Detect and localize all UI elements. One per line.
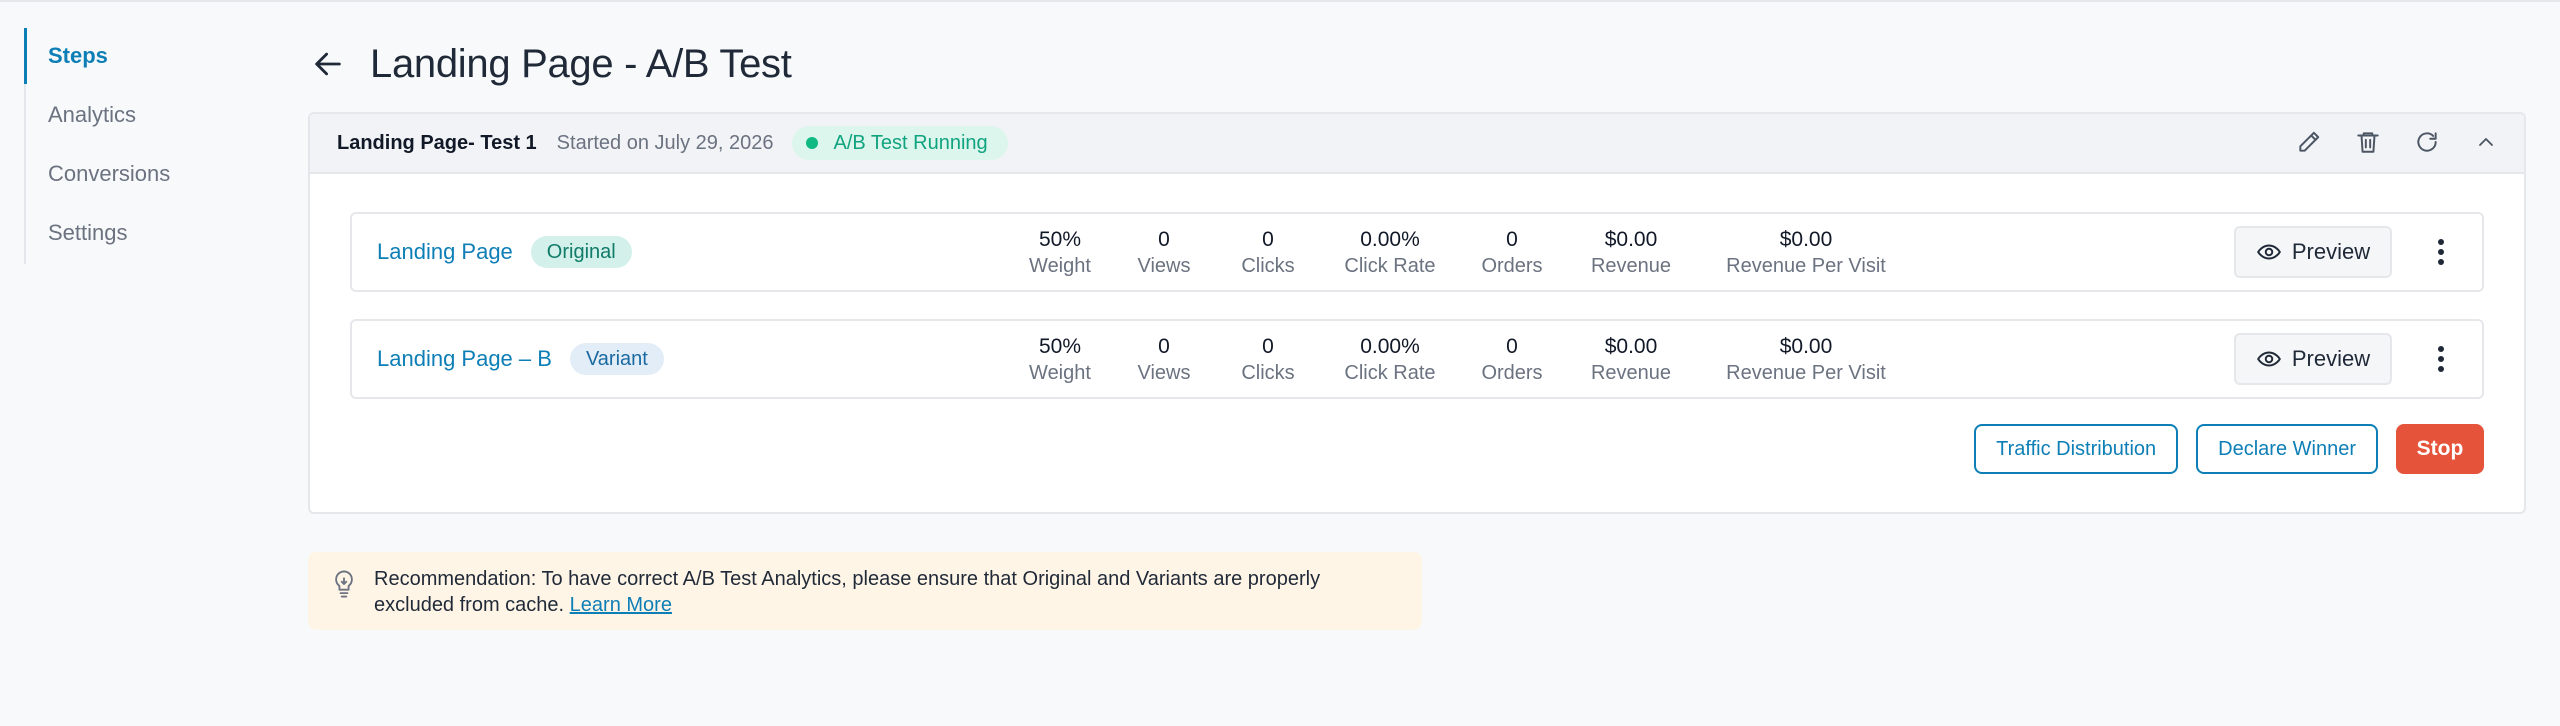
variant-name[interactable]: Landing Page	[377, 239, 513, 265]
sidebar-item-conversions[interactable]: Conversions	[26, 146, 244, 205]
stat-revenue: $0.00 Revenue	[1576, 334, 1686, 386]
stat-label: Revenue Per Visit	[1726, 255, 1886, 277]
stat-label: Revenue Per Visit	[1726, 362, 1886, 384]
page-header: Landing Page - A/B Test	[308, 36, 792, 92]
stat-value: 50%	[1038, 335, 1082, 358]
eye-icon	[2257, 244, 2281, 260]
status-label: A/B Test Running	[833, 131, 988, 154]
kebab-menu-icon	[2438, 239, 2444, 265]
edit-icon	[2299, 131, 2320, 152]
delete-button[interactable]	[2348, 122, 2388, 162]
stat-label: Views	[1137, 255, 1191, 277]
declare-winner-button[interactable]: Declare Winner	[2196, 424, 2378, 474]
status-dot-icon	[805, 137, 818, 149]
sidebar-item-settings[interactable]: Settings	[26, 205, 244, 264]
stat-views: 0 Views	[1118, 227, 1210, 279]
refresh-icon	[2417, 132, 2437, 152]
chevron-up-icon	[2479, 138, 2493, 146]
preview-label: Preview	[2291, 239, 2371, 264]
variant-row: Landing Page Original 50% Weight 0 Views…	[350, 212, 2484, 292]
stat-value: 0	[1262, 335, 1274, 358]
stat-value: 0	[1506, 228, 1518, 251]
variant-name[interactable]: Landing Page – B	[377, 346, 552, 372]
variant-name-link[interactable]: Landing Page – B Variant	[377, 321, 664, 397]
stat-value: $0.00	[1779, 228, 1833, 251]
stat-click-rate: 0.00% Click Rate	[1330, 227, 1450, 279]
stat-label: Orders	[1481, 362, 1543, 384]
variant-name-link[interactable]: Landing Page Original	[377, 214, 632, 290]
arrow-left-icon	[315, 52, 341, 76]
status-badge: A/B Test Running	[791, 126, 1008, 160]
stat-orders: 0 Orders	[1466, 227, 1558, 279]
more-options-button[interactable]	[2426, 339, 2456, 379]
trash-icon	[2357, 132, 2379, 153]
stat-value: 0.00%	[1360, 228, 1420, 251]
variant-badge-variant: Variant	[569, 343, 664, 375]
preview-button[interactable]: Preview	[2234, 333, 2392, 385]
preview-button[interactable]: Preview	[2234, 226, 2392, 278]
stat-views: 0 Views	[1118, 334, 1210, 386]
stat-label: Weight	[1029, 255, 1091, 277]
stat-label: Weight	[1029, 362, 1091, 384]
recommendation-notice: Recommendation: To have correct A/B Test…	[308, 552, 1422, 630]
variant-badge-original: Original	[530, 236, 632, 268]
sidebar-item-steps[interactable]: Steps	[24, 28, 244, 87]
learn-more-link[interactable]: Learn More	[570, 594, 672, 616]
stat-revenue-per-visit: $0.00 Revenue Per Visit	[1706, 334, 1906, 386]
back-button[interactable]	[308, 44, 348, 84]
stat-label: Click Rate	[1344, 255, 1436, 277]
stat-value: $0.00	[1604, 228, 1658, 251]
variant-row: Landing Page – B Variant 50% Weight 0 Vi…	[350, 319, 2484, 399]
stat-value: 0.00%	[1360, 335, 1420, 358]
recommendation-text: Recommendation: To have correct A/B Test…	[374, 566, 1404, 618]
stat-label: Click Rate	[1344, 362, 1436, 384]
stat-click-rate: 0.00% Click Rate	[1330, 334, 1450, 386]
stop-button[interactable]: Stop	[2396, 424, 2484, 474]
stat-label: Orders	[1481, 255, 1543, 277]
stat-label: Views	[1137, 362, 1191, 384]
stat-revenue: $0.00 Revenue	[1576, 227, 1686, 279]
stat-clicks: 0 Clicks	[1222, 227, 1314, 279]
preview-label: Preview	[2291, 346, 2371, 371]
ab-test-card-header: Landing Page- Test 1 Started on July 29,…	[310, 114, 2524, 174]
stat-label: Clicks	[1241, 255, 1295, 277]
stat-label: Revenue	[1590, 362, 1672, 384]
top-divider	[0, 0, 2560, 2]
test-name: Landing Page- Test 1	[337, 131, 537, 154]
edit-button[interactable]	[2289, 122, 2329, 162]
stat-label: Revenue	[1590, 255, 1672, 277]
sidebar-nav: Steps Analytics Conversions Settings	[24, 28, 244, 264]
sidebar-item-analytics[interactable]: Analytics	[26, 87, 244, 146]
stat-weight: 50% Weight	[1014, 227, 1106, 279]
lightbulb-icon	[335, 570, 353, 598]
test-started-date: Started on July 29, 2026	[556, 131, 774, 154]
page-title: Landing Page - A/B Test	[370, 41, 792, 86]
collapse-button[interactable]	[2466, 122, 2506, 162]
stat-clicks: 0 Clicks	[1222, 334, 1314, 386]
stat-value: $0.00	[1604, 335, 1658, 358]
eye-icon	[2257, 351, 2281, 367]
stat-label: Clicks	[1241, 362, 1295, 384]
card-header-actions	[2270, 114, 2506, 170]
stat-revenue-per-visit: $0.00 Revenue Per Visit	[1706, 227, 1906, 279]
stat-orders: 0 Orders	[1466, 334, 1558, 386]
stat-value: 0	[1158, 228, 1170, 251]
test-actions: Traffic Distribution Declare Winner Stop	[1956, 424, 2484, 474]
stat-value: 0	[1158, 335, 1170, 358]
stat-weight: 50% Weight	[1014, 334, 1106, 386]
stat-value: $0.00	[1779, 335, 1833, 358]
stat-value: 0	[1262, 228, 1274, 251]
kebab-menu-icon	[2438, 346, 2444, 372]
recommendation-message: Recommendation: To have correct A/B Test…	[374, 568, 1321, 616]
stat-value: 0	[1506, 335, 1518, 358]
ab-test-card: Landing Page- Test 1 Started on July 29,…	[308, 112, 2526, 514]
more-options-button[interactable]	[2426, 232, 2456, 272]
refresh-button[interactable]	[2407, 122, 2447, 162]
traffic-distribution-button[interactable]: Traffic Distribution	[1974, 424, 2179, 474]
stat-value: 50%	[1038, 228, 1082, 251]
